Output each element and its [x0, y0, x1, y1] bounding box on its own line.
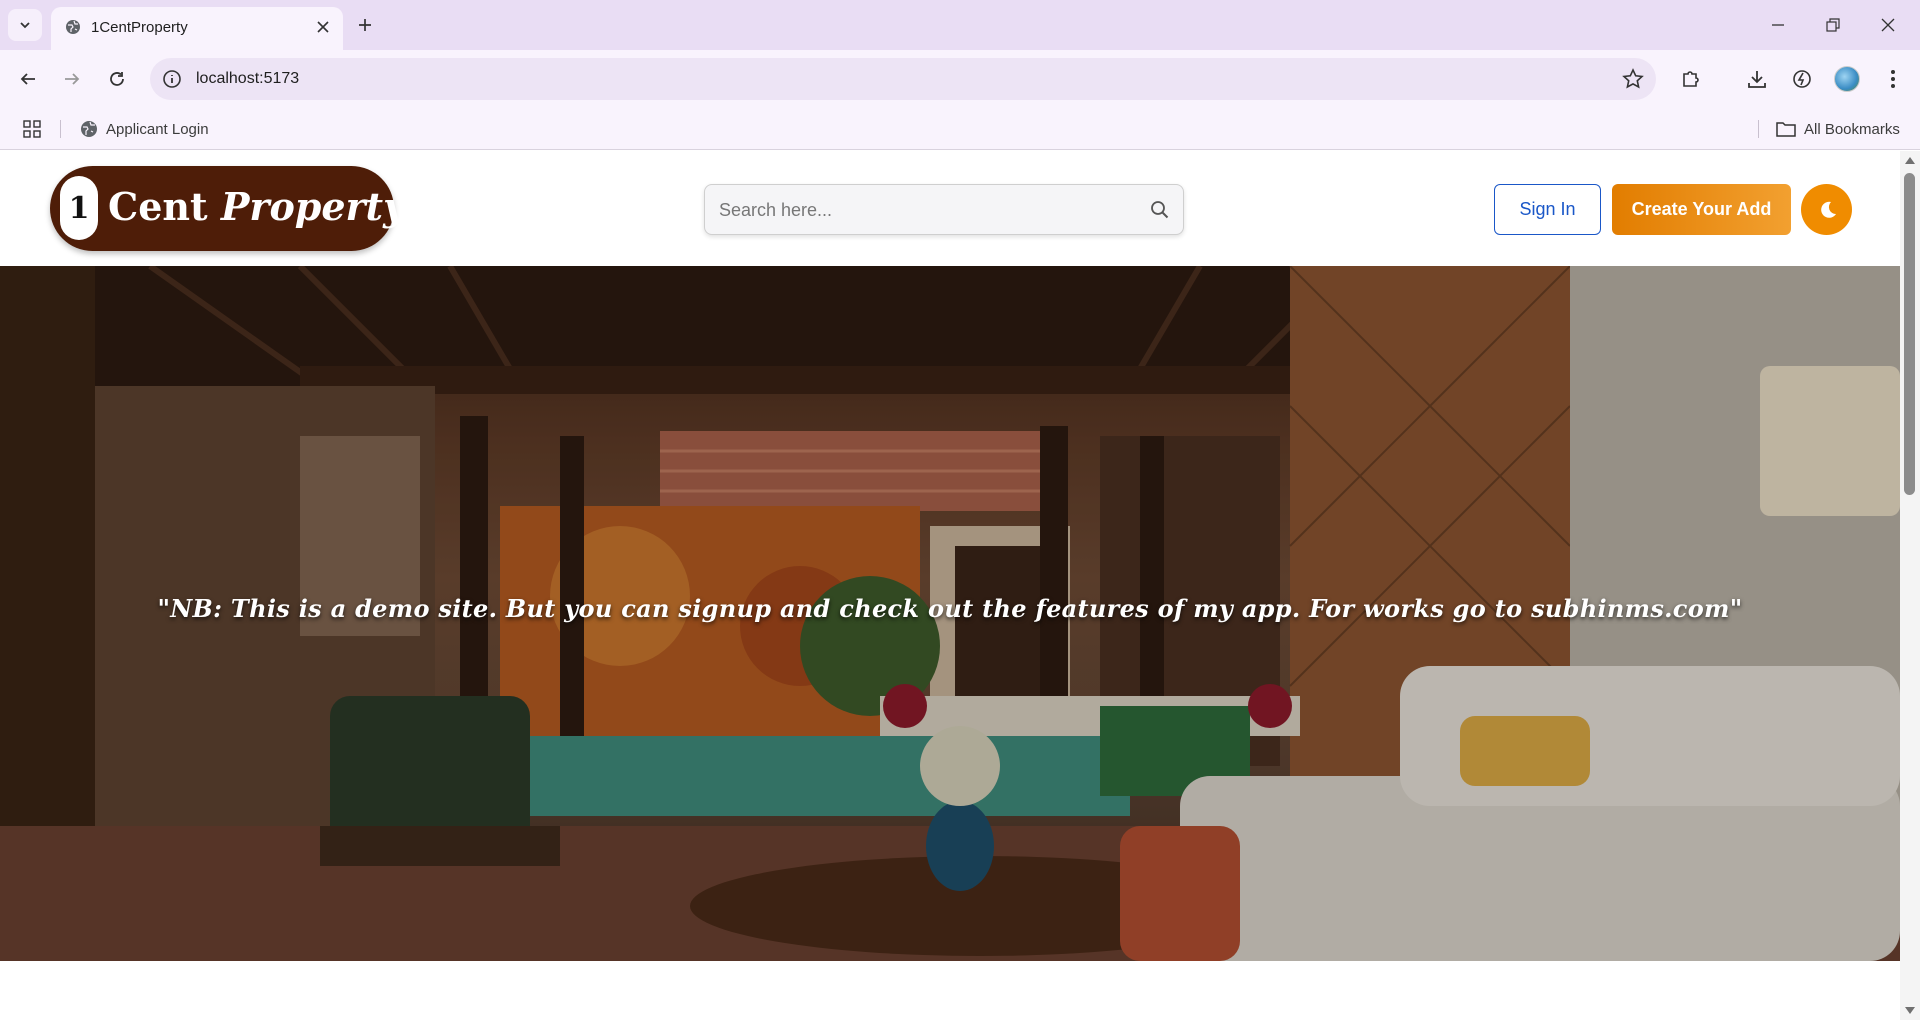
search-box	[704, 184, 1184, 235]
sign-in-button[interactable]: Sign In	[1494, 184, 1601, 235]
all-bookmarks-label: All Bookmarks	[1804, 120, 1900, 138]
logo-word-property: Property	[220, 184, 406, 229]
page-scrollbar[interactable]	[1900, 151, 1920, 1020]
bookmarks-divider	[1758, 120, 1759, 138]
apps-grid-icon[interactable]	[22, 119, 42, 139]
info-icon	[163, 70, 181, 88]
chevron-down-icon	[20, 22, 30, 29]
new-tab-button[interactable]	[352, 12, 378, 38]
globe-icon	[66, 20, 80, 34]
plus-icon	[359, 19, 371, 31]
search-icon[interactable]	[1149, 199, 1171, 221]
window-close-button[interactable]	[1870, 10, 1906, 40]
site-logo[interactable]: 1 Cent Property	[50, 166, 405, 251]
globe-icon	[81, 121, 97, 137]
page-viewport: 1 Cent Property Sign In Create Your Add	[0, 151, 1900, 1020]
bookmark-label: Applicant Login	[106, 120, 209, 138]
browser-menu-button[interactable]	[1877, 63, 1909, 95]
more-vertical-icon	[1891, 70, 1895, 88]
scrollbar-thumb[interactable]	[1904, 173, 1915, 495]
close-icon	[317, 21, 329, 33]
bookmarks-bar: Applicant Login All Bookmarks	[0, 108, 1920, 150]
url-text: localhost:5173	[196, 70, 300, 87]
hero-caption: "NB: This is a demo site. But you can si…	[157, 594, 1743, 623]
close-icon	[1881, 18, 1895, 32]
browser-tab-bar: 1CentProperty	[0, 0, 1920, 50]
address-bar[interactable]: localhost:5173	[150, 58, 1656, 100]
tab-title: 1CentProperty	[91, 19, 188, 36]
logo-text: Cent Property	[108, 184, 405, 229]
moon-icon	[1820, 201, 1836, 218]
bookmark-applicant-login[interactable]: Applicant Login	[80, 116, 209, 142]
scroll-down-arrow[interactable]	[1905, 1007, 1915, 1014]
logo-word-cent: Cent	[108, 184, 208, 229]
arrow-right-icon	[65, 73, 80, 85]
download-icon	[1748, 71, 1766, 88]
minimize-button[interactable]	[1760, 10, 1796, 40]
minimize-icon	[1772, 24, 1784, 26]
arrow-left-icon	[20, 73, 35, 85]
logo-number: 1	[60, 176, 98, 240]
restore-icon	[1826, 18, 1840, 32]
theme-toggle-button[interactable]	[1801, 184, 1852, 235]
speedometer-icon	[1793, 70, 1811, 88]
star-icon[interactable]	[1622, 68, 1644, 90]
profile-avatar[interactable]	[1834, 66, 1860, 92]
bookmarks-divider	[60, 120, 61, 138]
create-ad-button[interactable]: Create Your Add	[1612, 184, 1791, 235]
forward-button[interactable]	[56, 63, 88, 95]
all-bookmarks-button[interactable]: All Bookmarks	[1776, 116, 1900, 142]
folder-icon	[1776, 122, 1796, 137]
hero-banner: "NB: This is a demo site. But you can si…	[0, 266, 1900, 961]
tab-close-button[interactable]	[313, 17, 333, 37]
browser-tab[interactable]: 1CentProperty	[51, 7, 343, 50]
reload-icon	[110, 72, 124, 86]
browser-toolbar: localhost:5173	[0, 50, 1920, 108]
search-input[interactable]	[719, 197, 1119, 223]
back-button[interactable]	[12, 63, 44, 95]
scroll-up-arrow[interactable]	[1905, 157, 1915, 164]
tab-search-button[interactable]	[8, 9, 42, 41]
reload-button[interactable]	[101, 63, 133, 95]
restore-button[interactable]	[1815, 10, 1851, 40]
performance-button[interactable]	[1786, 63, 1818, 95]
downloads-button[interactable]	[1741, 63, 1773, 95]
site-header: 1 Cent Property Sign In Create Your Add	[0, 151, 1900, 266]
extensions-button[interactable]	[1675, 63, 1707, 95]
puzzle-icon	[1683, 71, 1699, 87]
